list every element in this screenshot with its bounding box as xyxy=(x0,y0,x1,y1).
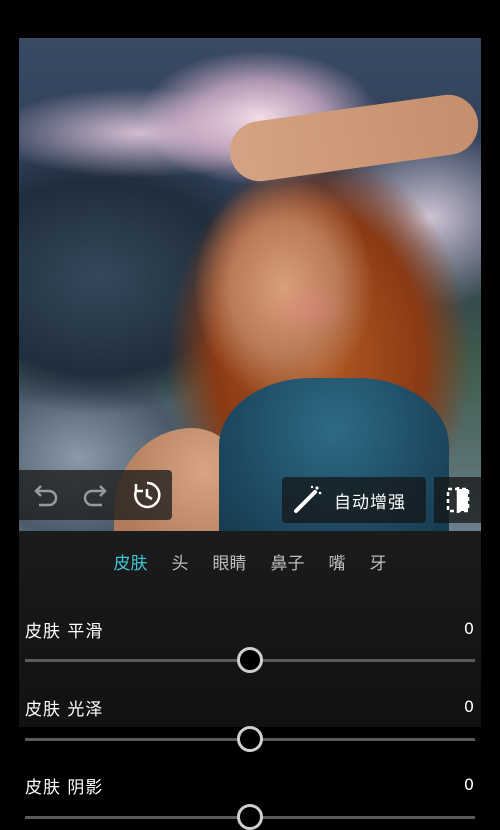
reset-button[interactable] xyxy=(121,470,172,520)
tab-eyes[interactable]: 眼睛 xyxy=(201,549,259,579)
slider-label-smooth: 皮肤 平滑 xyxy=(25,622,104,642)
tab-teeth[interactable]: 牙 xyxy=(358,549,399,579)
redo-icon xyxy=(83,485,107,507)
reset-history-icon xyxy=(133,481,161,509)
magic-wand-icon xyxy=(294,485,322,513)
compare-icon xyxy=(446,487,469,513)
history-toolbar xyxy=(19,470,172,520)
slider-thumb-smooth[interactable] xyxy=(237,647,263,673)
auto-enhance-label: 自动增强 xyxy=(334,492,406,513)
compare-button[interactable] xyxy=(434,477,481,523)
redo-button[interactable] xyxy=(70,470,121,520)
undo-button[interactable] xyxy=(19,470,70,520)
slider-label-shadow: 皮肤 阴影 xyxy=(25,778,104,798)
auto-enhance-button[interactable]: 自动增强 xyxy=(282,477,426,523)
slider-value-smooth: 0 xyxy=(463,619,474,638)
tab-head[interactable]: 头 xyxy=(160,549,201,579)
slider-value-shadow: 0 xyxy=(463,775,474,794)
feature-tabs: 皮肤 头 眼睛 鼻子 嘴 牙 xyxy=(19,549,481,579)
tab-skin[interactable]: 皮肤 xyxy=(102,549,160,579)
photo-arm xyxy=(226,90,481,186)
tab-mouth[interactable]: 嘴 xyxy=(317,549,358,579)
slider-thumb-gloss[interactable] xyxy=(237,726,263,752)
slider-label-gloss: 皮肤 光泽 xyxy=(25,700,104,720)
undo-icon xyxy=(33,485,57,507)
photo-canvas[interactable] xyxy=(19,38,481,531)
tab-nose[interactable]: 鼻子 xyxy=(259,549,317,579)
slider-thumb-shadow[interactable] xyxy=(237,804,263,830)
slider-value-gloss: 0 xyxy=(463,697,474,716)
